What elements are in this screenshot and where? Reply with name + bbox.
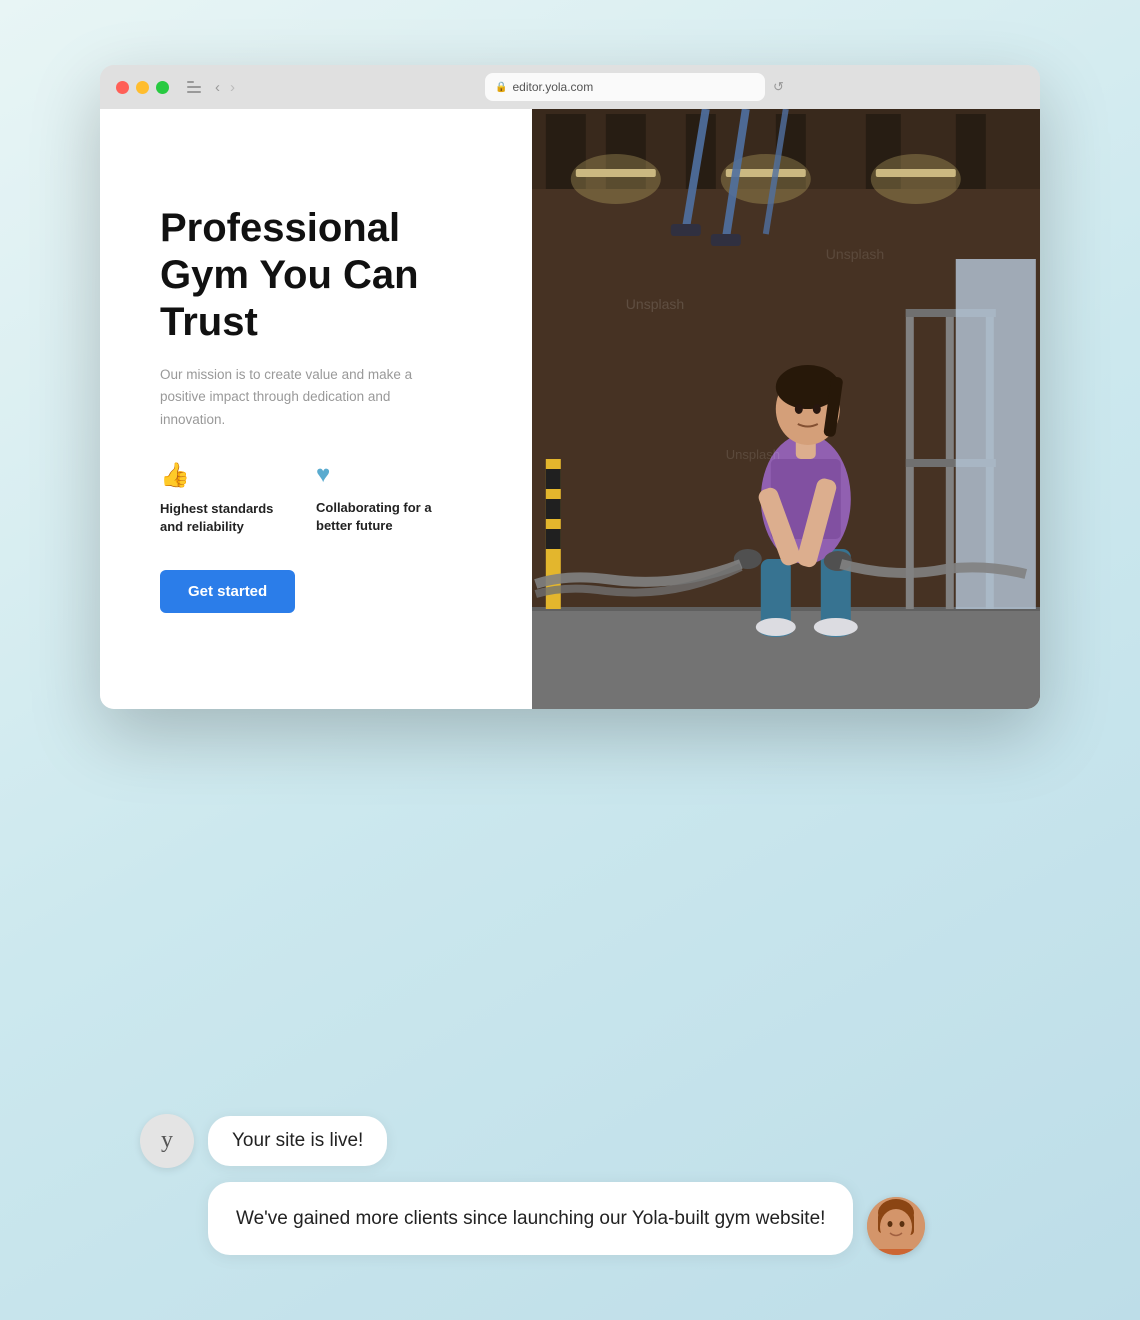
heart-icon: ♥	[316, 461, 446, 489]
traffic-lights	[116, 81, 169, 94]
hero-description: Our mission is to create value and make …	[160, 364, 420, 431]
browser-window: ‹ › 🔒 editor.yola.com ↺ Professional Gym…	[100, 65, 1040, 709]
minimize-traffic-light[interactable]	[136, 81, 149, 94]
testimonial-row: We've gained more clients since launchin…	[208, 1182, 1010, 1255]
feature-standards: 👍 Highest standards and reliability	[160, 461, 280, 536]
address-bar[interactable]: 🔒 editor.yola.com	[485, 73, 765, 101]
feature-collaborate: ♥ Collaborating for a better future	[316, 461, 446, 536]
back-button[interactable]: ‹	[215, 79, 220, 96]
hero-left-panel: Professional Gym You Can Trust Our missi…	[100, 109, 532, 709]
site-live-bubble: Your site is live!	[208, 1116, 387, 1166]
forward-button[interactable]: ›	[230, 79, 235, 96]
thumbs-up-icon: 👍	[160, 461, 280, 490]
site-live-row: y Your site is live!	[140, 1114, 1010, 1168]
site-live-text: Your site is live!	[232, 1130, 363, 1151]
yola-letter: y	[161, 1127, 173, 1154]
chat-section: y Your site is live! We've gained more c…	[130, 1114, 1010, 1255]
feature-collaborate-label: Collaborating for a better future	[316, 499, 446, 535]
hero-title: Professional Gym You Can Trust	[160, 205, 487, 347]
gym-scene-svg: Unsplash Unsplash Unsplash	[532, 109, 1040, 709]
reload-button[interactable]: ↺	[773, 79, 784, 95]
maximize-traffic-light[interactable]	[156, 81, 169, 94]
browser-titlebar: ‹ › 🔒 editor.yola.com ↺	[100, 65, 1040, 109]
lock-icon: 🔒	[495, 82, 507, 93]
get-started-button[interactable]: Get started	[160, 570, 295, 613]
testimonial-text: We've gained more clients since launchin…	[236, 1208, 825, 1229]
close-traffic-light[interactable]	[116, 81, 129, 94]
sidebar-toggle-btn[interactable]	[187, 81, 201, 93]
url-text: editor.yola.com	[513, 80, 594, 94]
testimonial-bubble: We've gained more clients since launchin…	[208, 1182, 853, 1255]
user-avatar	[867, 1197, 925, 1255]
website-content: Professional Gym You Can Trust Our missi…	[100, 109, 1040, 709]
hero-right-image: Unsplash Unsplash Unsplash	[532, 109, 1040, 709]
yola-icon: y	[140, 1114, 194, 1168]
feature-standards-label: Highest standards and reliability	[160, 500, 280, 536]
address-bar-wrapper: 🔒 editor.yola.com ↺	[245, 73, 1024, 101]
features-row: 👍 Highest standards and reliability ♥ Co…	[160, 461, 487, 536]
